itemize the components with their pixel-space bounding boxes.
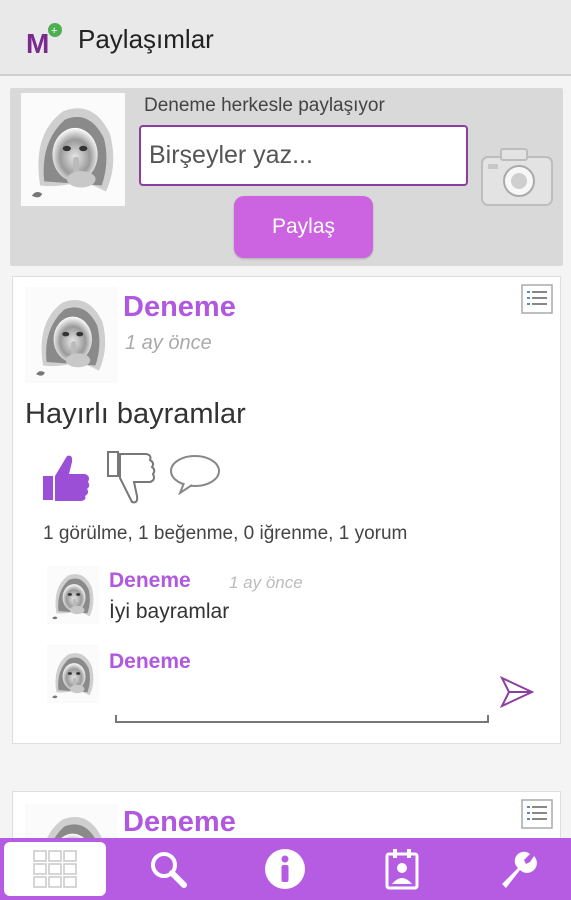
reply-author: Deneme (109, 650, 191, 673)
post-stats: 1 görülme, 1 beğenme, 0 iğrenme, 1 yorum (43, 523, 408, 544)
svg-text:M: M (26, 28, 49, 58)
compose-input[interactable] (139, 125, 468, 186)
post-text: Hayırlı bayramlar (25, 398, 246, 430)
post-avatar[interactable] (25, 287, 117, 383)
comment-time: 1 ay önce (229, 573, 303, 592)
comment-author[interactable]: Deneme (109, 569, 191, 593)
post-menu-button[interactable] (521, 799, 553, 829)
compose-panel: Deneme herkesle paylaşıyor Paylaş (10, 88, 563, 266)
svg-text:+: + (51, 25, 57, 37)
comment-avatar[interactable] (47, 566, 99, 624)
reply-input-edge (115, 715, 117, 723)
wrench-icon (502, 851, 537, 888)
nav-contacts-button[interactable] (372, 842, 432, 896)
nav-settings-button[interactable] (487, 842, 547, 896)
post-card: Deneme 1 ay önce Hayırlı bayramlar 1 gör… (12, 276, 561, 744)
reply-avatar (47, 645, 99, 703)
contacts-icon (385, 849, 419, 890)
comment-text: İyi bayramlar (109, 600, 230, 623)
reply-input[interactable] (115, 681, 489, 723)
thumbs-up-icon (43, 455, 90, 501)
share-button[interactable]: Paylaş (234, 196, 373, 258)
thumbs-down-icon (107, 451, 156, 504)
post-menu-button[interactable] (521, 284, 553, 314)
reply-input-edge (487, 715, 489, 723)
send-button[interactable] (499, 675, 535, 709)
comment-button[interactable] (168, 453, 222, 496)
bottom-nav (0, 838, 571, 900)
dislike-button[interactable] (106, 450, 158, 506)
speech-bubble-icon (170, 455, 220, 496)
app-logo-icon: M + (26, 23, 62, 58)
list-icon (521, 799, 553, 829)
post-time: 1 ay önce (125, 332, 212, 354)
info-icon (265, 849, 305, 889)
share-hint: Deneme herkesle paylaşıyor (144, 95, 385, 116)
user-avatar (21, 93, 125, 206)
page-title: Paylaşımlar (78, 24, 214, 54)
camera-button[interactable] (479, 143, 555, 209)
post-author[interactable]: Deneme (123, 806, 236, 839)
nav-info-button[interactable] (255, 842, 315, 896)
like-button[interactable] (41, 452, 93, 504)
search-icon (151, 852, 187, 888)
nav-home-button[interactable] (4, 842, 106, 896)
grid-icon (33, 850, 77, 888)
camera-icon (481, 148, 553, 206)
list-icon (521, 284, 553, 314)
app-bar: M + Paylaşımlar (0, 0, 571, 76)
send-icon (499, 675, 535, 709)
post-author[interactable]: Deneme (123, 291, 236, 324)
nav-search-button[interactable] (138, 842, 198, 896)
